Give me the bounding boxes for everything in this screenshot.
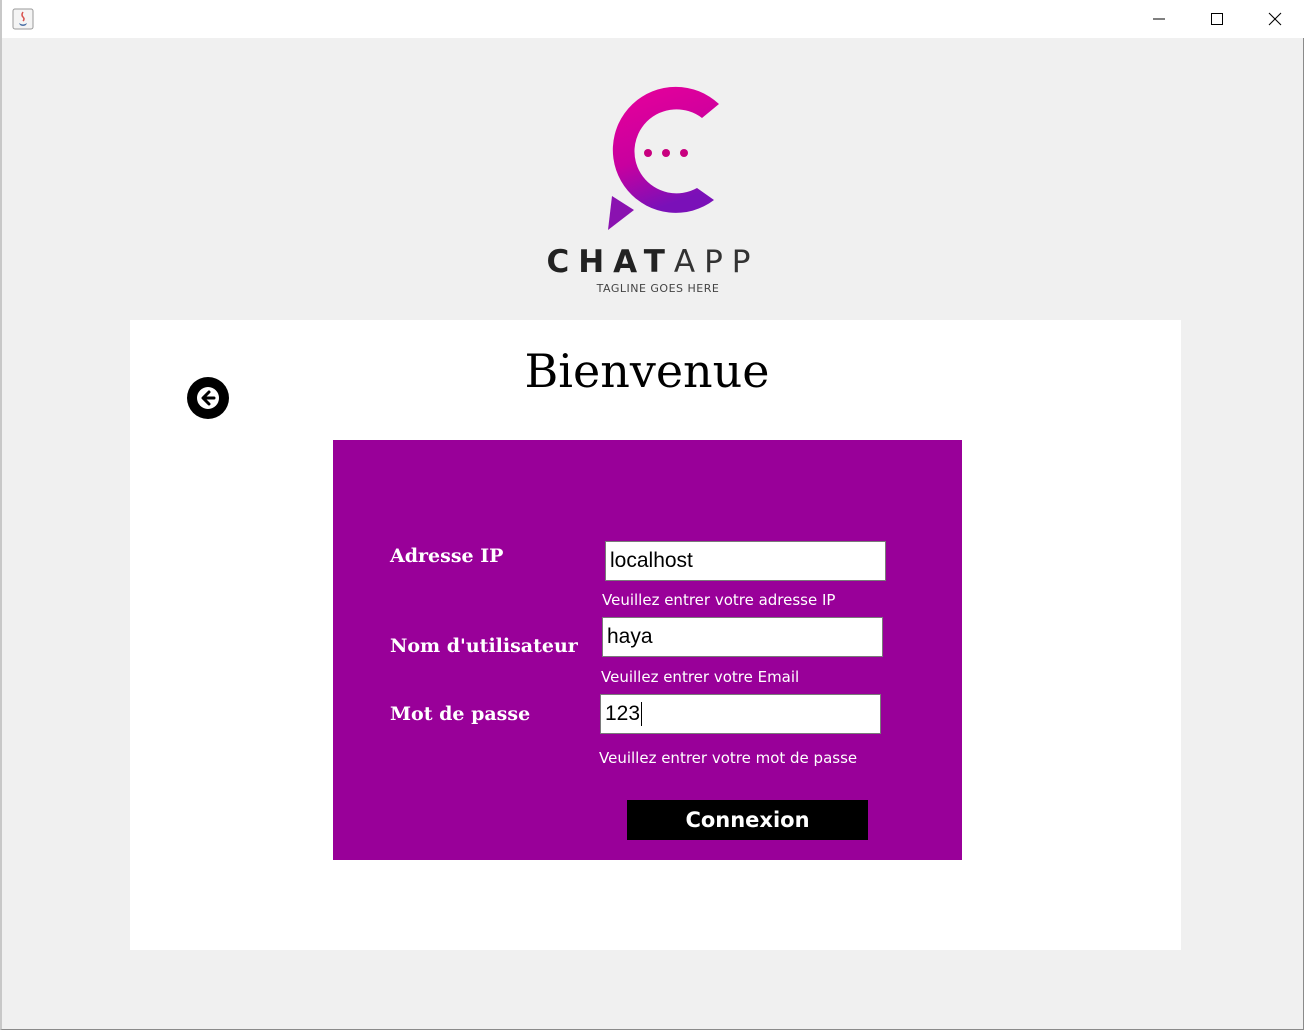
login-form: Adresse IP localhost Veuillez entrer vot… [333,440,962,860]
connexion-button[interactable]: Connexion [627,800,868,840]
maximize-button[interactable] [1188,0,1246,38]
title-bar [2,0,1304,38]
ip-input-value: localhost [610,549,693,572]
ip-label: Adresse IP [390,545,504,567]
logo-word-bold: CHAT [546,244,674,280]
logo-tagline: TAGLINE GOES HERE [596,282,720,295]
ip-hint: Veuillez entrer votre adresse IP [602,591,836,609]
maximize-icon [1211,13,1223,25]
password-label: Mot de passe [390,703,531,725]
ip-input[interactable]: localhost [605,541,886,581]
close-button[interactable] [1246,0,1304,38]
password-input-value: 123 [605,702,641,725]
chat-bubble-logo-icon [608,86,719,230]
username-input[interactable]: haya [602,617,883,657]
logo-wordmark: CHATAPP [522,244,784,280]
text-caret [641,702,643,726]
password-input[interactable]: 123 [600,694,881,734]
logo-word-thin: APP [673,244,760,280]
username-label: Nom d'utilisateur [390,635,578,657]
minimize-icon [1153,18,1165,20]
close-icon [1268,12,1282,26]
password-hint: Veuillez entrer votre mot de passe [599,749,858,767]
java-icon [12,8,34,30]
username-input-value: haya [607,625,653,648]
chatapp-logo: CHATAPP TAGLINE GOES HERE [522,78,784,300]
welcome-card: Bienvenue Adresse IP localhost Veuillez … [130,320,1181,950]
username-hint: Veuillez entrer votre Email [601,668,800,686]
minimize-button[interactable] [1130,0,1188,38]
app-window: CHATAPP TAGLINE GOES HERE Bienvenue Adre… [0,0,1304,1030]
page-title: Bienvenue [524,344,770,398]
